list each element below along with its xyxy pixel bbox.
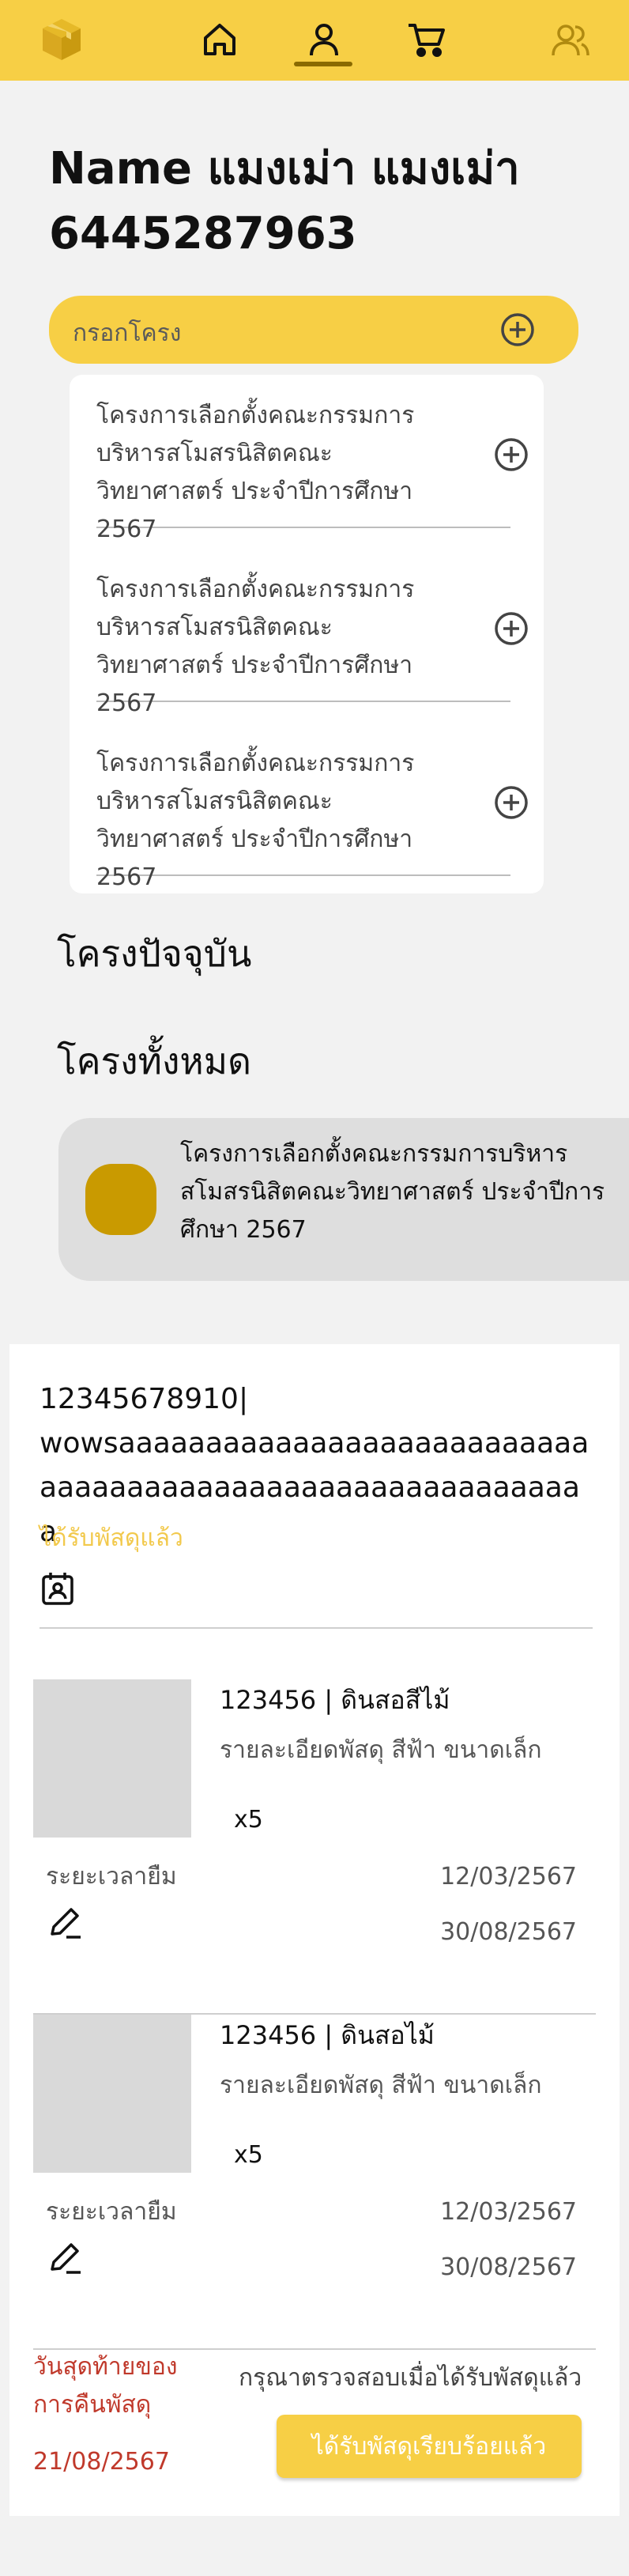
confirm-received-button[interactable]: ได้รับพัสดุเรียบร้อยแล้ว: [277, 2415, 582, 2478]
borrow-start-date: 12/03/2567: [440, 1863, 577, 1890]
item-title: 123456 | ดินสอไม้: [220, 2020, 435, 2050]
project-avatar: [85, 1164, 156, 1235]
id-badge-icon: [40, 1570, 76, 1610]
divider: [40, 1627, 593, 1629]
home-icon[interactable]: [196, 16, 243, 63]
dropdown-option-label: โครงการเลือกตั้งคณะกรรมการบริหารสโมสรนิส…: [96, 750, 415, 891]
plus-circle-icon[interactable]: [492, 783, 531, 825]
section-title-current: โครงปัจจุบัน: [57, 932, 252, 975]
dropdown-option[interactable]: โครงการเลือกตั้งคณะกรรมการบริหารสโมสรนิส…: [96, 729, 528, 891]
edit-pencil-icon[interactable]: [46, 2238, 85, 2280]
plus-circle-icon[interactable]: [492, 609, 531, 652]
item-description: รายละเอียดพัสดุ สีฟ้า ขนาดเล็ก: [220, 2072, 542, 2099]
order-id-line: 12345678910|: [40, 1383, 249, 1415]
borrow-end-date: 30/08/2567: [440, 1918, 577, 1946]
edit-pencil-icon[interactable]: [46, 1902, 85, 1945]
borrow-start-date: 12/03/2567: [440, 2198, 577, 2226]
item-image: [33, 2015, 191, 2173]
order-card: 12345678910| wowsaaaaaaaaaaaaaaaaaaaaaaa…: [9, 1344, 620, 2516]
borrow-end-date: 30/08/2567: [440, 2253, 577, 2281]
users-icon[interactable]: [547, 16, 594, 63]
borrow-period-label: ระยะเวลายืม: [46, 2198, 177, 2226]
user-icon[interactable]: [300, 16, 348, 63]
item-title: 123456 | ดินสอสีไม้: [220, 1685, 450, 1715]
project-card[interactable]: โครงการเลือกตั้งคณะกรรมการบริหารสโมสรนิส…: [58, 1118, 629, 1281]
dropdown-option-label: โครงการเลือกตั้งคณะกรรมการบริหารสโมสรนิส…: [96, 576, 415, 717]
cart-icon[interactable]: [403, 16, 450, 63]
project-dropdown[interactable]: กรอกโครง: [49, 296, 578, 364]
item-image: [33, 1679, 191, 1838]
check-instruction: กรุณาตรวจสอบเมื่อได้รับพัสดุแล้ว: [239, 2364, 582, 2392]
user-id: 6445287963: [49, 208, 357, 259]
return-deadline-date: 21/08/2567: [33, 2448, 170, 2476]
order-item: 123456 | ดินสอสีไม้ รายละเอียดพัสดุ สีฟ้…: [33, 1679, 596, 2015]
item-quantity: x5: [234, 2141, 263, 2169]
dropdown-label: กรอกโครง: [73, 319, 182, 347]
user-name: Name แมงเม่า แมงเม่า: [49, 143, 520, 195]
active-tab-indicator: [294, 62, 352, 66]
item-description: รายละเอียดพัสดุ สีฟ้า ขนาดเล็ก: [220, 1736, 542, 1764]
order-item: 123456 | ดินสอไม้ รายละเอียดพัสดุ สีฟ้า …: [33, 2015, 596, 2350]
borrow-period-label: ระยะเวลายืม: [46, 1863, 177, 1890]
order-status: ได้รับพัสดุแล้ว: [40, 1524, 183, 1552]
dropdown-option-label: โครงการเลือกตั้งคณะกรรมการบริหารสโมสรนิส…: [96, 402, 415, 543]
dropdown-options-panel: โครงการเลือกตั้งคณะกรรมการบริหารสโมสรนิส…: [70, 375, 544, 893]
plus-circle-icon[interactable]: [492, 435, 531, 478]
dropdown-option[interactable]: โครงการเลือกตั้งคณะกรรมการบริหารสโมสรนิส…: [96, 381, 528, 543]
item-quantity: x5: [234, 1806, 263, 1834]
dropdown-option[interactable]: โครงการเลือกตั้งคณะกรรมการบริหารสโมสรนิส…: [96, 555, 528, 717]
return-deadline-label: วันสุดท้ายของการคืนพัสดุ: [33, 2353, 178, 2419]
section-title-all: โครงทั้งหมด: [57, 1040, 251, 1082]
top-nav-bar: [0, 0, 629, 81]
project-card-title: โครงการเลือกตั้งคณะกรรมการบริหารสโมสรนิส…: [180, 1140, 605, 1244]
plus-circle-icon[interactable]: [498, 310, 537, 353]
package-box-icon[interactable]: [38, 16, 85, 63]
